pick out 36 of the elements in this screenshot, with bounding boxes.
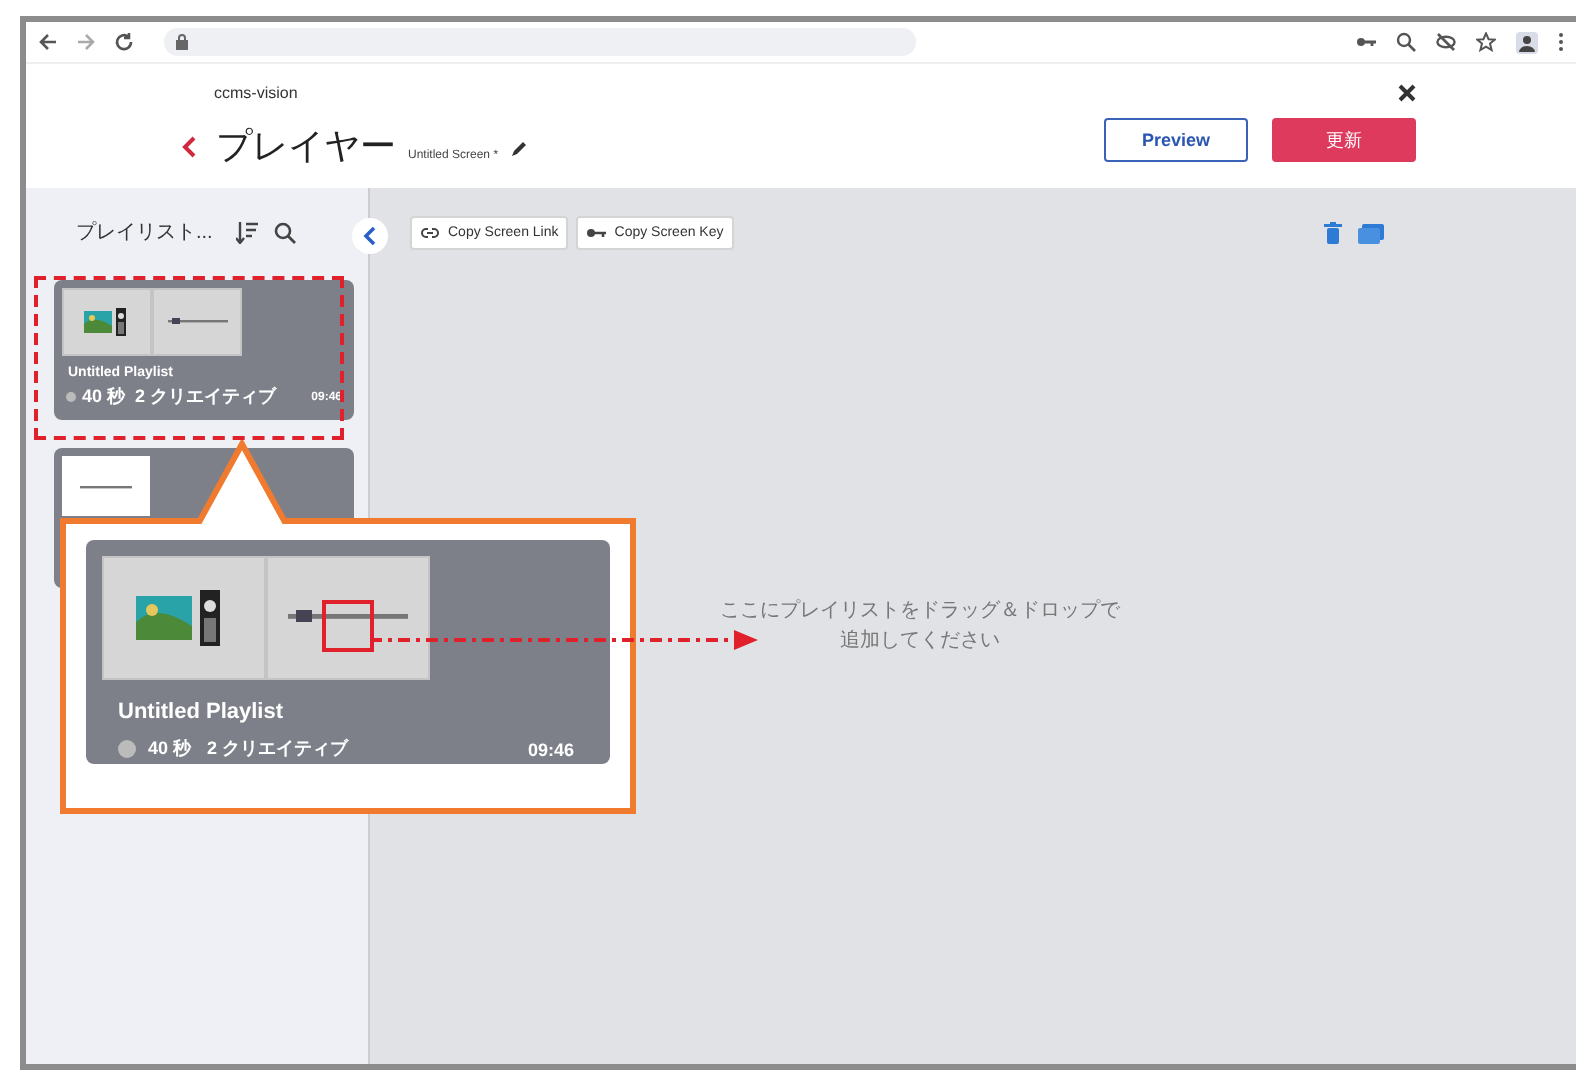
- playlist-card[interactable]: Untitled Playlist 40 秒 2 クリエイティブ 09:46: [86, 540, 610, 764]
- zoom-icon[interactable]: [1396, 32, 1416, 52]
- drop-hint: 追加してください: [840, 627, 1000, 656]
- preview-button[interactable]: Preview: [1104, 118, 1248, 162]
- back-chevron-icon[interactable]: [182, 135, 196, 157]
- key-icon: [586, 224, 607, 242]
- key-icon[interactable]: [1356, 34, 1376, 50]
- trash-icon[interactable]: [1324, 222, 1342, 244]
- lock-icon: [176, 34, 188, 50]
- highlight-box: [322, 600, 374, 652]
- collapse-button[interactable]: [352, 218, 388, 254]
- playlist-title: Untitled Playlist: [118, 700, 286, 724]
- pencil-icon[interactable]: [510, 140, 529, 158]
- search-icon[interactable]: [274, 221, 297, 243]
- star-icon[interactable]: [1476, 32, 1496, 52]
- duration-label: 40 秒: [148, 736, 192, 762]
- page-title: プレイヤー: [216, 124, 396, 170]
- playlist-time: 09:46: [527, 739, 574, 759]
- user-icon[interactable]: [1516, 31, 1538, 53]
- close-icon[interactable]: [1398, 84, 1416, 102]
- logo: ccms-vision: [212, 84, 300, 102]
- back-icon[interactable]: [38, 32, 58, 52]
- creative-count: 2 クリエイティブ: [207, 736, 349, 762]
- update-button[interactable]: 更新: [1272, 118, 1416, 162]
- sidebar-title: プレイリスト...: [76, 219, 213, 246]
- eye-slash-icon[interactable]: [1436, 32, 1456, 52]
- link-icon: [420, 224, 440, 242]
- creative-count: 2 クリエイティブ: [135, 384, 277, 410]
- sort-icon[interactable]: [236, 221, 259, 243]
- clock-icon: [66, 392, 76, 402]
- duration-label: 40 秒: [82, 384, 126, 410]
- clock-icon: [118, 740, 136, 758]
- more-icon[interactable]: [1558, 32, 1564, 52]
- drop-hint: ここにプレイリストをドラッグ＆ドロップで: [720, 597, 1120, 626]
- reload-icon[interactable]: [114, 32, 134, 52]
- screens-icon[interactable]: [1358, 223, 1384, 243]
